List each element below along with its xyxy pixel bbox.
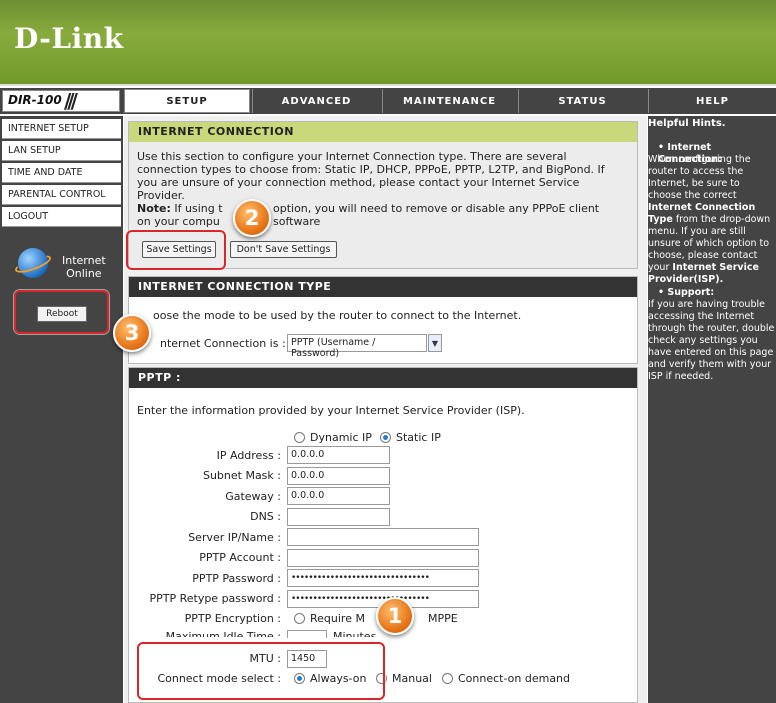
internet-status: Internet Online (62, 254, 106, 280)
callout-save-highlight (126, 230, 226, 270)
sidebar-item-time-and-date[interactable]: TIME AND DATE (2, 163, 121, 183)
connection-description: Use this section to configure your Inter… (137, 150, 605, 202)
note-text-a: If using t (174, 202, 223, 215)
connection-type-select[interactable]: PPTP (Username / Password) (287, 334, 427, 359)
section-title: PPTP : (129, 368, 637, 388)
pptp-password-input[interactable]: •••••••••••••••••••••••••••••••• (287, 569, 479, 587)
static-ip-radio[interactable] (380, 432, 391, 443)
sidebar-item-parental-control[interactable]: PARENTAL CONTROL (2, 185, 121, 205)
idle-time-unit: Minutes (333, 630, 377, 637)
pptp-retype-label: PPTP Retype password : (149, 592, 281, 605)
subnet-mask-input[interactable]: 0.0.0.0 (287, 467, 390, 485)
tab-advanced[interactable]: ADVANCED (252, 89, 380, 113)
dynamic-ip-label: Dynamic IP (310, 431, 372, 444)
callout-mtu-highlight (137, 642, 385, 700)
static-ip-label: Static IP (396, 431, 441, 444)
subnet-mask-label: Subnet Mask : (202, 469, 281, 482)
chevron-down-icon[interactable]: ▼ (428, 334, 442, 352)
pptp-account-input[interactable] (287, 549, 479, 567)
dns-label: DNS : (250, 510, 281, 523)
slash-decoration: /// (64, 89, 78, 113)
require-mppe-label: Require M (310, 612, 365, 625)
idle-time-input[interactable] (287, 630, 327, 638)
callout-reboot-highlight (14, 290, 109, 334)
connection-type-description: oose the mode to be used by the router t… (153, 309, 522, 322)
server-ip-label: Server IP/Name : (188, 531, 281, 544)
tab-maintenance[interactable]: MAINTENANCE (382, 89, 516, 113)
manual-label: Manual (392, 672, 432, 685)
pptp-account-label: PPTP Account : (199, 551, 281, 564)
tab-setup[interactable]: SETUP (124, 89, 250, 113)
ip-address-label: IP Address : (216, 449, 281, 462)
help-ic-text-1: When configuring the router to access th… (648, 154, 751, 201)
dns-input[interactable] (287, 508, 390, 526)
pptp-intro: Enter the information provided by your I… (137, 404, 525, 417)
callout-badge-1: 1 (376, 597, 414, 635)
require-mppe-radio[interactable] (294, 613, 305, 624)
pptp-encryption-label: PPTP Encryption : (184, 612, 281, 625)
internet-status-line1: Internet (62, 254, 106, 267)
connect-on-demand-label: Connect-on demand (458, 672, 571, 685)
help-title: Helpful Hints. (648, 118, 726, 129)
model-label: DIR-100 (8, 93, 62, 107)
tab-status[interactable]: STATUS (518, 89, 646, 113)
section-title: INTERNET CONNECTION TYPE (129, 277, 637, 297)
note-bold: Note: (137, 202, 171, 215)
dlink-logo: D-Link (14, 22, 124, 55)
idle-time-label: Maximum Idle Time : (165, 630, 281, 637)
connect-on-demand-radio[interactable] (442, 673, 453, 684)
callout-badge-2: 2 (233, 199, 271, 237)
pptp-password-label: PPTP Password : (192, 572, 281, 585)
dynamic-ip-radio[interactable] (294, 432, 305, 443)
mppe-label: MPPE (428, 612, 458, 625)
connection-type-label: nternet Connection is : (160, 337, 286, 350)
sidebar-item-logout[interactable]: LOGOUT (2, 207, 121, 227)
help-ic-text: When configuring the router to access th… (648, 154, 776, 286)
sidebar-item-internet-setup[interactable]: INTERNET SETUP (2, 119, 121, 139)
internet-status-line2: Online (66, 267, 102, 280)
server-ip-input[interactable] (287, 528, 479, 546)
callout-badge-3: 3 (113, 314, 151, 352)
tab-help[interactable]: HELP (648, 89, 776, 113)
sidebar-item-lan-setup[interactable]: LAN SETUP (2, 141, 121, 161)
gateway-input[interactable]: 0.0.0.0 (287, 487, 390, 505)
ip-address-input[interactable]: 0.0.0.0 (287, 446, 390, 464)
gateway-label: Gateway : (225, 490, 281, 503)
help-support-heading: • Support: (658, 287, 715, 298)
section-title: INTERNET CONNECTION (129, 122, 637, 142)
dont-save-settings-button[interactable]: Don't Save Settings (230, 241, 337, 258)
help-support-text: If you are having trouble accessing the … (648, 299, 775, 382)
